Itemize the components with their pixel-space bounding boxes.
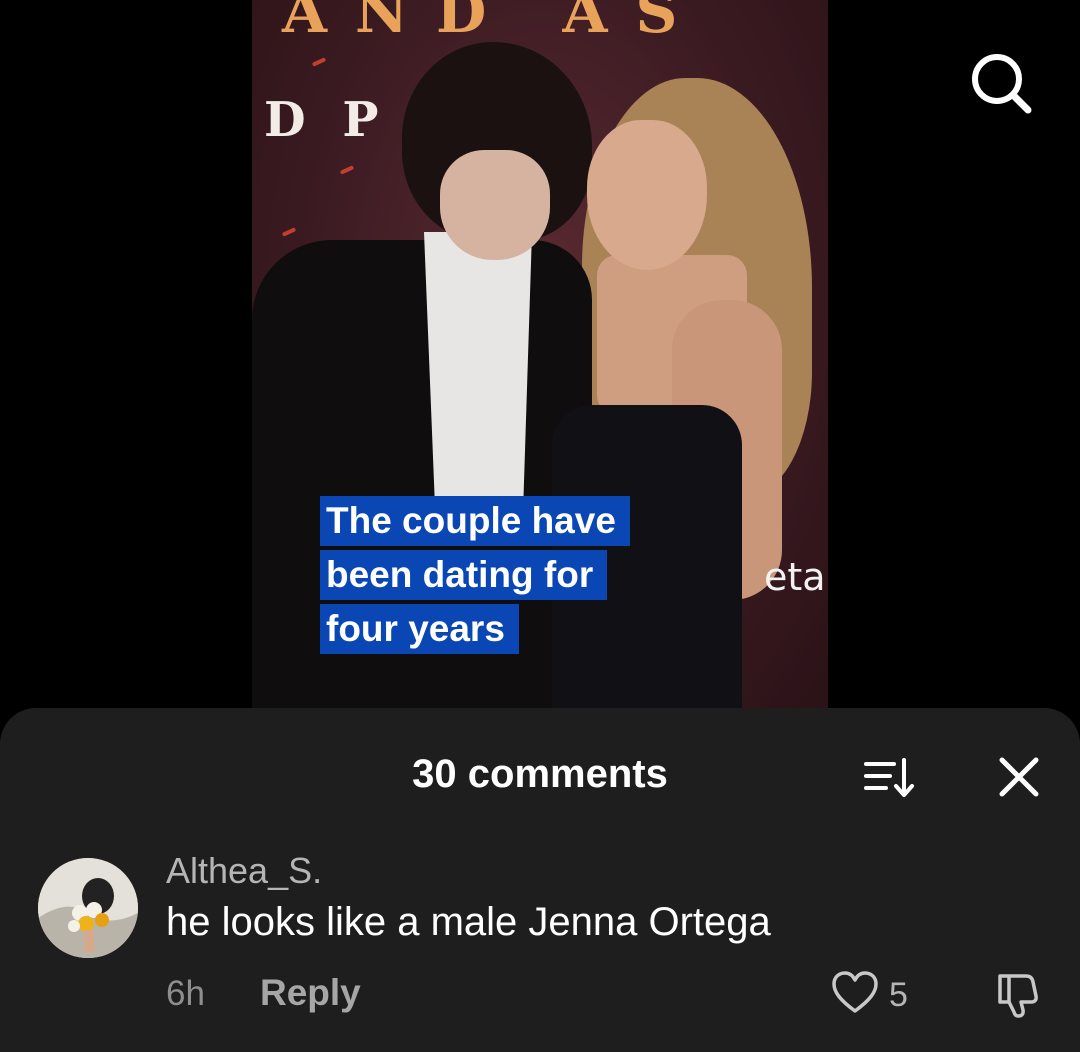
backdrop-spark — [311, 57, 327, 67]
search-icon — [972, 54, 1032, 114]
heart-icon — [832, 971, 878, 1013]
comments-sheet: 30 comments Althea_S. he looks like a ma… — [0, 708, 1080, 1052]
video-caption: The couple have been dating for four yea… — [320, 496, 630, 658]
search-button[interactable] — [966, 48, 1036, 118]
backdrop-spark — [281, 227, 297, 237]
comment-username[interactable]: Althea_S. — [166, 850, 322, 892]
comment-timestamp: 6h — [166, 974, 205, 1013]
caption-line: been dating for — [320, 550, 608, 600]
thumbs-down-icon — [998, 974, 1038, 1018]
app-screen: AND AS D P E The couple have been dating… — [0, 0, 1080, 1052]
dislike-button[interactable] — [992, 968, 1044, 1020]
comment-text: he looks like a male Jenna Ortega — [166, 900, 771, 944]
like-button[interactable] — [830, 968, 880, 1018]
close-button[interactable] — [994, 752, 1044, 802]
avatar[interactable] — [38, 858, 138, 958]
backdrop-spark — [339, 165, 355, 175]
woman-face — [587, 120, 707, 270]
sort-button[interactable] — [860, 754, 916, 802]
sort-icon — [864, 758, 914, 797]
caption-line: The couple have — [320, 496, 630, 546]
close-icon — [999, 757, 1039, 797]
backdrop-text-top: AND AS — [282, 0, 706, 46]
man-face — [440, 150, 550, 260]
avatar-image — [38, 858, 138, 958]
like-count: 5 — [889, 976, 908, 1014]
backdrop-watermark: eta — [764, 555, 826, 599]
man-shirt — [424, 232, 532, 502]
video-player[interactable]: AND AS D P E The couple have been dating… — [252, 0, 828, 720]
caption-line: four years — [320, 604, 519, 654]
reply-button[interactable]: Reply — [260, 972, 361, 1014]
comments-count-title: 30 comments — [412, 752, 668, 796]
comment-item: Althea_S. he looks like a male Jenna Ort… — [0, 838, 1080, 1052]
